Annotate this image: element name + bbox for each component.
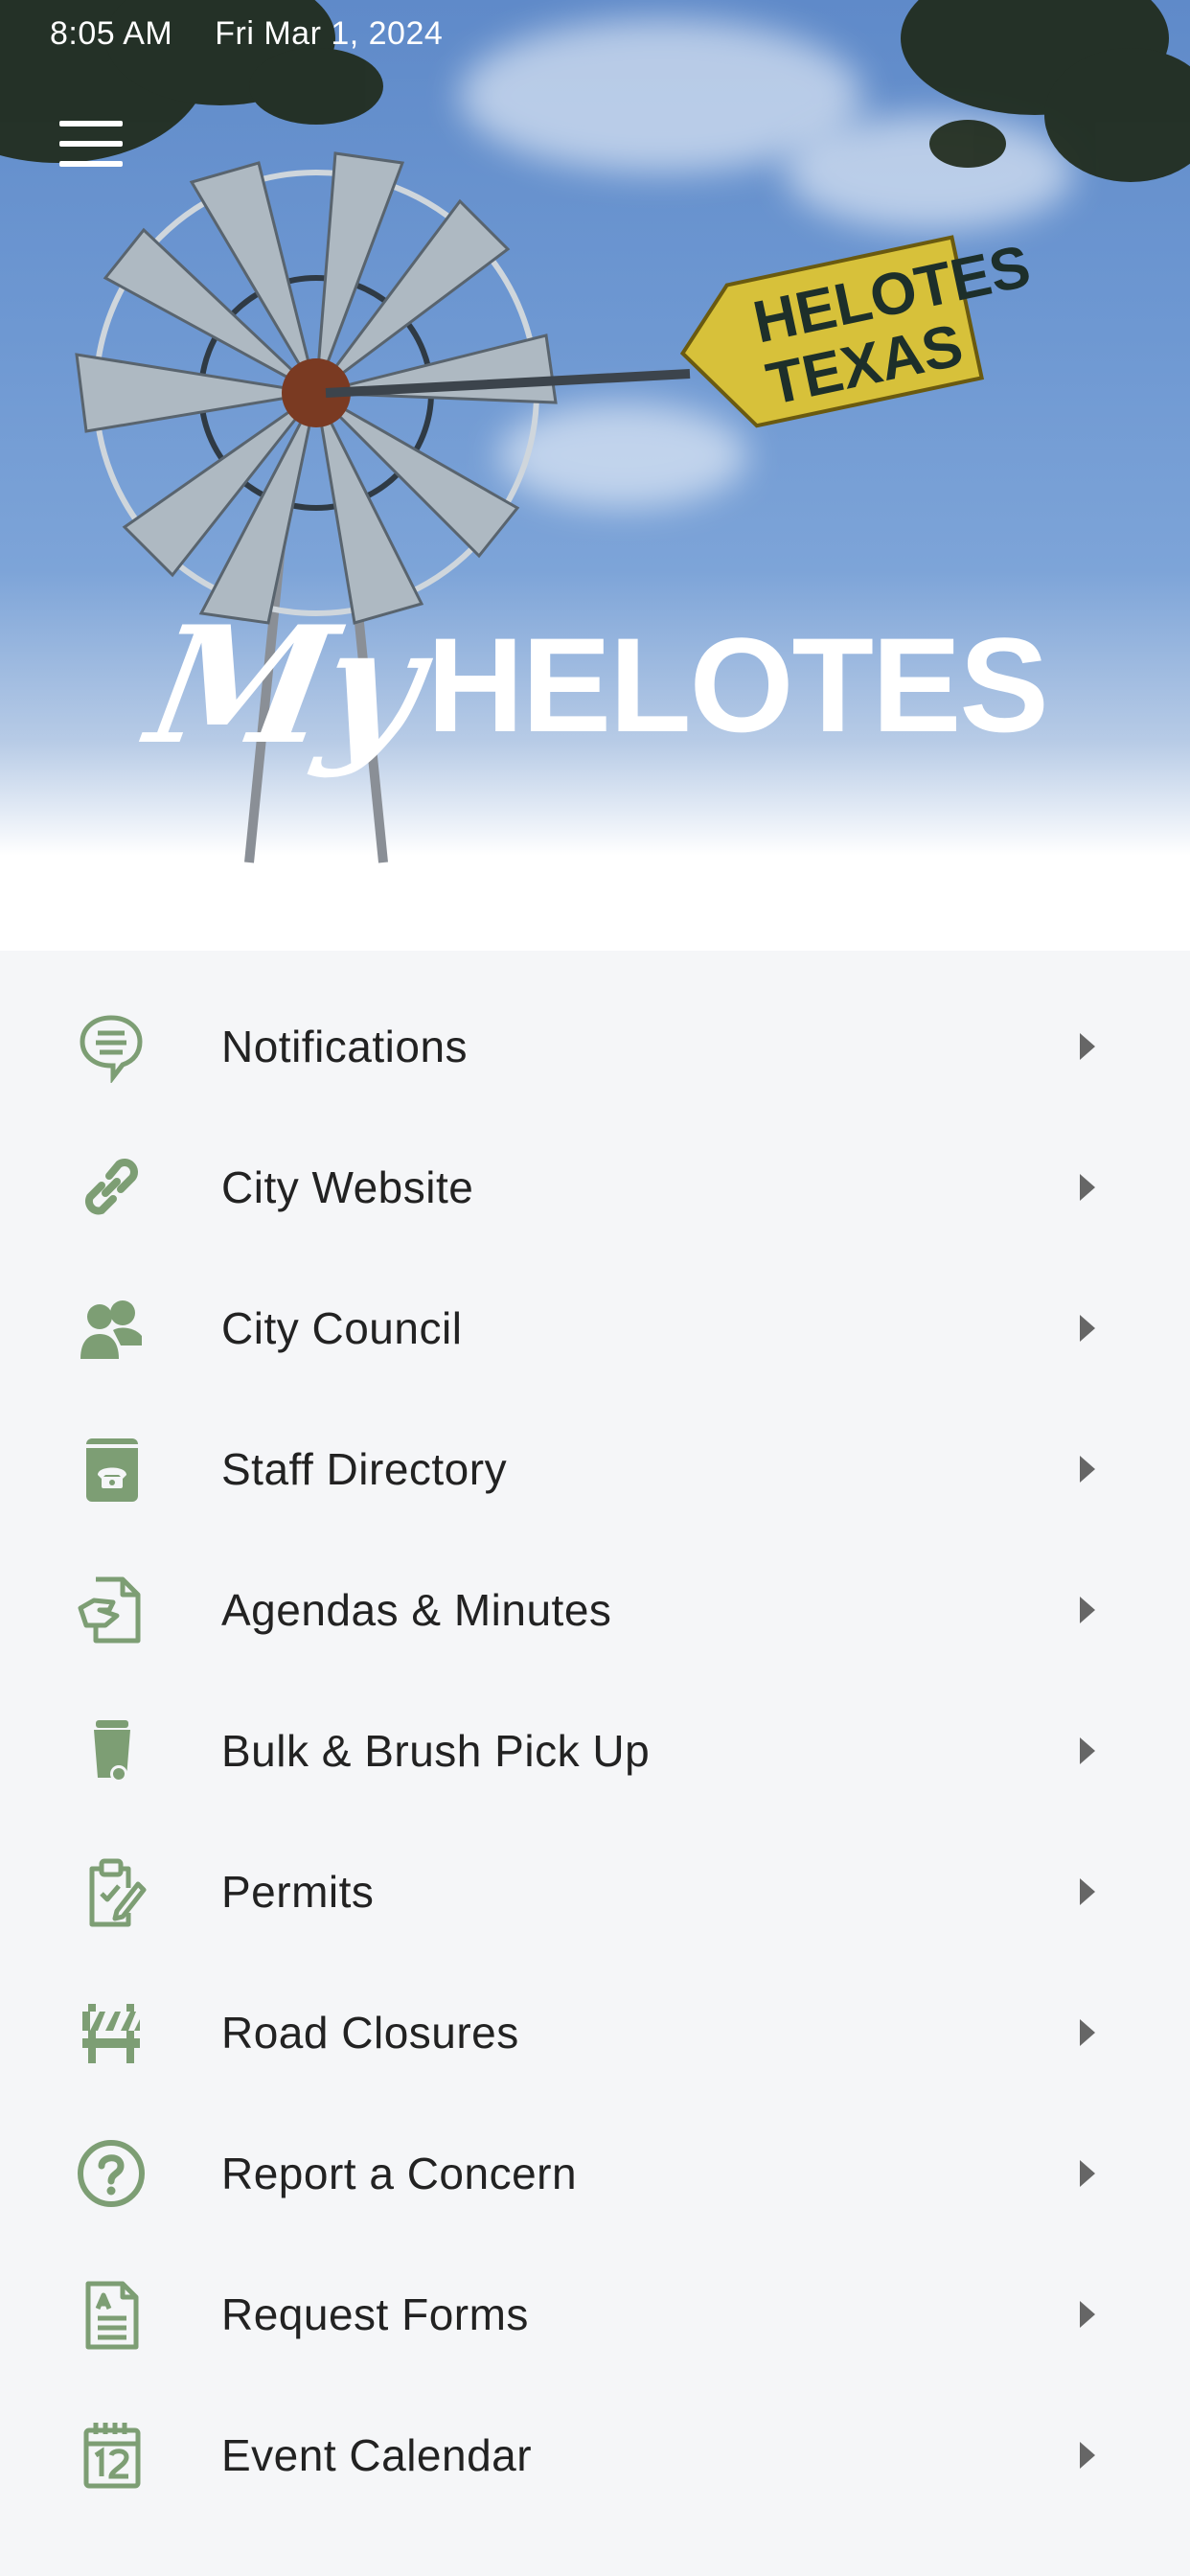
question-circle-icon	[73, 2135, 149, 2212]
menu-item-label: Notifications	[221, 1021, 469, 1071]
people-icon	[73, 1290, 149, 1367]
menu-item-request-forms[interactable]: Request Forms	[0, 2243, 1190, 2384]
menu-item-agendas-minutes[interactable]: Agendas & Minutes	[0, 1539, 1190, 1680]
menu-item-city-council[interactable]: City Council	[0, 1257, 1190, 1398]
menu-item-city-website[interactable]: City Website	[0, 1116, 1190, 1257]
status-bar: 8:05 AM Fri Mar 1, 2024	[50, 15, 443, 53]
chevron-right-icon	[1079, 1032, 1096, 1061]
form-document-icon	[73, 2276, 149, 2353]
menu-item-event-calendar[interactable]: Event Calendar	[0, 2384, 1190, 2525]
menu-item-label: Request Forms	[221, 2288, 529, 2339]
link-icon	[73, 1149, 149, 1226]
document-hand-icon	[73, 1572, 149, 1648]
logo-script: My	[136, 590, 431, 780]
hero-banner: HELOTES TEXAS 8:05 AM Fri Mar 1, 2024 My…	[0, 0, 1190, 951]
menu-item-notifications[interactable]: Notifications	[0, 976, 1190, 1116]
menu-item-label: Road Closures	[221, 2007, 519, 2058]
menu-item-label: Permits	[221, 1866, 375, 1917]
menu-item-label: Agendas & Minutes	[221, 1584, 612, 1635]
menu-item-report-concern[interactable]: Report a Concern	[0, 2103, 1190, 2243]
chevron-right-icon	[1079, 1314, 1096, 1343]
hamburger-menu-icon[interactable]	[57, 117, 125, 171]
menu-item-label: Report a Concern	[221, 2148, 578, 2198]
phone-book-icon	[73, 1431, 149, 1507]
logo-text: HELOTES	[426, 610, 1049, 760]
menu-item-staff-directory[interactable]: Staff Directory	[0, 1398, 1190, 1539]
app-logo: My HELOTES	[137, 575, 1049, 795]
menu-item-label: City Website	[221, 1162, 474, 1212]
road-barrier-icon	[73, 1994, 149, 2071]
menu-item-permits[interactable]: Permits	[0, 1821, 1190, 1962]
chevron-right-icon	[1079, 1877, 1096, 1906]
calendar-icon	[73, 2417, 149, 2494]
chevron-right-icon	[1079, 2441, 1096, 2470]
windmill-photo: HELOTES TEXAS	[0, 0, 1190, 863]
status-date: Fri Mar 1, 2024	[215, 15, 444, 52]
menu-item-bulk-brush[interactable]: Bulk & Brush Pick Up	[0, 1680, 1190, 1821]
menu-item-road-closures[interactable]: Road Closures	[0, 1962, 1190, 2103]
trash-bin-icon	[73, 1713, 149, 1789]
chevron-right-icon	[1079, 2159, 1096, 2188]
chevron-right-icon	[1079, 1596, 1096, 1624]
chevron-right-icon	[1079, 1173, 1096, 1202]
menu-item-label: City Council	[221, 1302, 463, 1353]
chevron-right-icon	[1079, 2300, 1096, 2329]
chevron-right-icon	[1079, 2018, 1096, 2047]
menu-item-label: Staff Directory	[221, 1443, 508, 1494]
chevron-right-icon	[1079, 1736, 1096, 1765]
chat-bubble-icon	[73, 1008, 149, 1085]
main-menu-list: Notifications City Website City Council …	[0, 951, 1190, 2576]
menu-item-label: Event Calendar	[221, 2429, 533, 2480]
menu-item-label: Bulk & Brush Pick Up	[221, 1725, 651, 1776]
clipboard-edit-icon	[73, 1853, 149, 1930]
chevron-right-icon	[1079, 1455, 1096, 1484]
status-time: 8:05 AM	[50, 15, 173, 52]
